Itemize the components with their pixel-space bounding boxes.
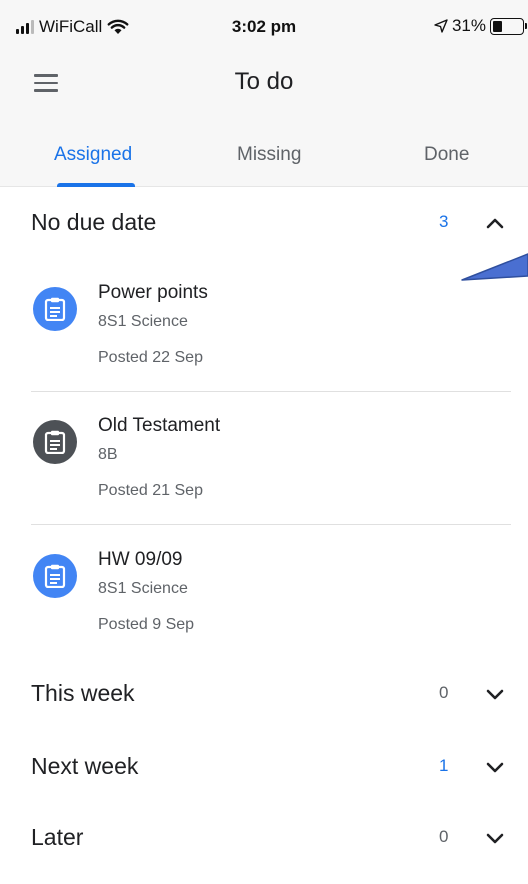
assignment-class: 8S1 Science xyxy=(98,580,188,597)
section-no-due-date[interactable]: No due date 3 xyxy=(0,195,528,251)
assignment-posted-date: Posted 21 Sep xyxy=(98,482,203,499)
section-count: 0 xyxy=(439,827,449,846)
section-count: 0 xyxy=(439,683,449,702)
chevron-down-icon[interactable] xyxy=(484,827,506,849)
assignment-title: Old Testament xyxy=(98,415,221,436)
tab-bar: Assigned Missing Done xyxy=(0,104,528,187)
battery-percent: 31% xyxy=(451,16,486,35)
assignment-class: 8B xyxy=(98,446,118,463)
section-title: This week xyxy=(31,680,135,706)
section-later[interactable]: Later 0 xyxy=(0,810,528,866)
assignment-title: HW 09/09 xyxy=(98,549,183,570)
assignment-item[interactable]: Power points 8S1 Science Posted 22 Sep xyxy=(0,258,528,388)
section-count: 3 xyxy=(439,212,449,231)
assignment-posted-date: Posted 9 Sep xyxy=(98,616,195,633)
tab-indicator xyxy=(57,183,135,187)
page-title: To do xyxy=(234,68,294,95)
location-arrow-icon xyxy=(434,19,448,33)
tab-assigned[interactable]: Assigned xyxy=(54,144,132,166)
chevron-up-icon[interactable] xyxy=(484,212,506,234)
assignment-icon xyxy=(33,420,77,464)
tab-missing[interactable]: Missing xyxy=(237,144,301,166)
section-title: Next week xyxy=(31,753,139,779)
section-next-week[interactable]: Next week 1 xyxy=(0,739,528,795)
app-bar: To do xyxy=(0,58,528,104)
assignment-icon xyxy=(33,287,77,331)
assignment-item[interactable]: HW 09/09 8S1 Science Posted 9 Sep xyxy=(0,525,528,655)
assignment-posted-date: Posted 22 Sep xyxy=(98,349,203,366)
assignment-item[interactable]: Old Testament 8B Posted 21 Sep xyxy=(0,391,528,521)
section-count: 1 xyxy=(439,756,449,775)
assignment-icon xyxy=(33,554,77,598)
tab-done[interactable]: Done xyxy=(424,144,469,166)
chevron-down-icon[interactable] xyxy=(484,683,506,705)
status-bar: WiFiCall 3:02 pm 31% xyxy=(0,0,528,58)
section-title: Later xyxy=(31,824,84,850)
section-title: No due date xyxy=(31,209,157,235)
battery-icon xyxy=(490,17,527,35)
assignment-title: Power points xyxy=(98,282,208,303)
status-right: 31% xyxy=(434,16,527,36)
chevron-down-icon[interactable] xyxy=(484,756,506,778)
assignment-class: 8S1 Science xyxy=(98,313,188,330)
section-this-week[interactable]: This week 0 xyxy=(0,666,528,722)
